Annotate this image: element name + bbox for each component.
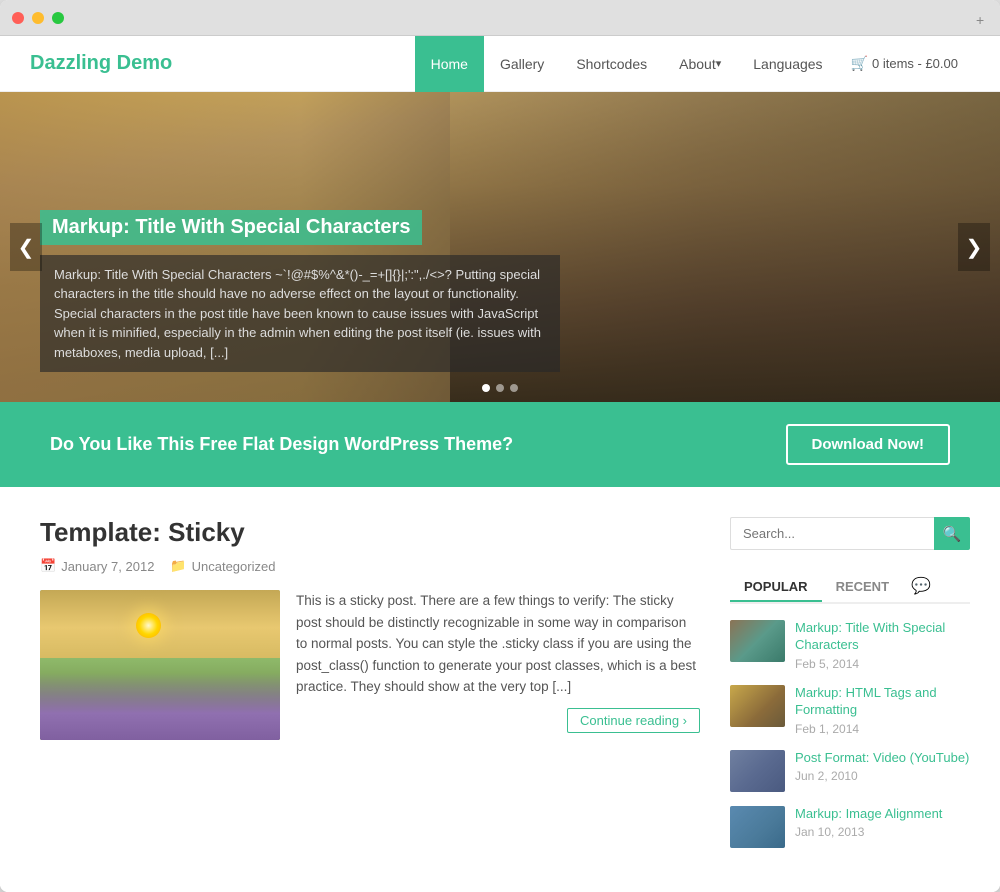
slider-dot-2[interactable] bbox=[496, 384, 504, 392]
category-icon: 📁 bbox=[170, 558, 186, 574]
post-meta: 📅 January 7, 2012 📁 Uncategorized bbox=[40, 558, 700, 574]
sidebar-post-item-4: Markup: Image Alignment Jan 10, 2013 bbox=[730, 806, 970, 848]
site-header: Dazzling Demo Home Gallery Shortcodes Ab… bbox=[0, 36, 1000, 92]
sidebar-post-info-1: Markup: Title With Special Characters Fe… bbox=[795, 620, 970, 671]
sidebar-post-title-4[interactable]: Markup: Image Alignment bbox=[795, 806, 970, 823]
sidebar-post-item-1: Markup: Title With Special Characters Fe… bbox=[730, 620, 970, 671]
sidebar-thumb-1 bbox=[730, 620, 785, 662]
post-thumbnail bbox=[40, 590, 280, 740]
sidebar-post-title-1[interactable]: Markup: Title With Special Characters bbox=[795, 620, 970, 654]
download-button[interactable]: Download Now! bbox=[786, 424, 951, 465]
hero-title: Markup: Title With Special Characters bbox=[52, 216, 410, 239]
slider-dots bbox=[482, 384, 518, 392]
sidebar-post-info-2: Markup: HTML Tags and Formatting Feb 1, … bbox=[795, 685, 970, 736]
cta-banner: Do You Like This Free Flat Design WordPr… bbox=[0, 402, 1000, 487]
sidebar-post-date-2: Feb 1, 2014 bbox=[795, 722, 970, 736]
continue-reading-area: Continue reading › bbox=[296, 708, 700, 733]
cart-icon: 🛒 bbox=[851, 55, 868, 72]
browser-chrome: + bbox=[0, 0, 1000, 36]
search-bar: 🔍 bbox=[730, 517, 970, 550]
sidebar-post-item-2: Markup: HTML Tags and Formatting Feb 1, … bbox=[730, 685, 970, 736]
sidebar-post-date-3: Jun 2, 2010 bbox=[795, 769, 970, 783]
nav-about[interactable]: About bbox=[663, 36, 737, 92]
post-excerpt: This is a sticky post. There are a few t… bbox=[296, 590, 700, 698]
sidebar-post-title-3[interactable]: Post Format: Video (YouTube) bbox=[795, 750, 970, 767]
post-date: January 7, 2012 bbox=[61, 559, 154, 574]
search-input[interactable] bbox=[730, 517, 934, 550]
slider-next-button[interactable]: ❯ bbox=[958, 223, 990, 271]
site-logo[interactable]: Dazzling Demo bbox=[30, 52, 415, 75]
minimize-dot[interactable] bbox=[32, 12, 44, 24]
slider-dot-3[interactable] bbox=[510, 384, 518, 392]
sidebar-post-date-1: Feb 5, 2014 bbox=[795, 657, 970, 671]
hero-overlay: Markup: Title With Special Characters Ma… bbox=[0, 190, 1000, 403]
site-content: Dazzling Demo Home Gallery Shortcodes Ab… bbox=[0, 36, 1000, 892]
sidebar-post-info-4: Markup: Image Alignment Jan 10, 2013 bbox=[795, 806, 970, 840]
post-excerpt-area: This is a sticky post. There are a few t… bbox=[296, 590, 700, 740]
nav-languages[interactable]: Languages bbox=[737, 36, 838, 92]
tab-comments-icon[interactable]: 💬 bbox=[903, 570, 939, 602]
close-dot[interactable] bbox=[12, 12, 24, 24]
hero-text-bg: Markup: Title With Special Characters ~`… bbox=[40, 255, 560, 373]
post-category-meta: 📁 Uncategorized bbox=[170, 558, 275, 574]
site-nav: Home Gallery Shortcodes About Languages … bbox=[415, 36, 970, 91]
cta-text: Do You Like This Free Flat Design WordPr… bbox=[50, 434, 513, 455]
maximize-dot[interactable] bbox=[52, 12, 64, 24]
main-content: Template: Sticky 📅 January 7, 2012 📁 Unc… bbox=[0, 487, 1000, 892]
post-category[interactable]: Uncategorized bbox=[192, 559, 276, 574]
slider-prev-button[interactable]: ❮ bbox=[10, 223, 42, 271]
expand-icon[interactable]: + bbox=[976, 12, 988, 24]
browser-window: + Dazzling Demo Home Gallery Shortcodes … bbox=[0, 0, 1000, 892]
sidebar-tabs: POPULAR RECENT 💬 bbox=[730, 570, 970, 604]
sidebar: 🔍 POPULAR RECENT 💬 Markup: Title With Sp… bbox=[730, 517, 970, 862]
sidebar-thumb-3 bbox=[730, 750, 785, 792]
sidebar-thumb-2 bbox=[730, 685, 785, 727]
hero-title-bg: Markup: Title With Special Characters bbox=[40, 210, 422, 245]
post-date-meta: 📅 January 7, 2012 bbox=[40, 558, 154, 574]
hero-content-box: Markup: Title With Special Characters Ma… bbox=[40, 210, 560, 373]
nav-shortcodes[interactable]: Shortcodes bbox=[560, 36, 663, 92]
nav-gallery[interactable]: Gallery bbox=[484, 36, 560, 92]
cart-label: 0 items - £0.00 bbox=[872, 56, 958, 71]
sidebar-post-info-3: Post Format: Video (YouTube) Jun 2, 2010 bbox=[795, 750, 970, 784]
thumb-sun bbox=[136, 613, 161, 638]
hero-slider: Markup: Title With Special Characters Ma… bbox=[0, 92, 1000, 402]
sidebar-post-title-2[interactable]: Markup: HTML Tags and Formatting bbox=[795, 685, 970, 719]
tab-popular[interactable]: POPULAR bbox=[730, 573, 822, 602]
hero-background: Markup: Title With Special Characters Ma… bbox=[0, 92, 1000, 402]
thumb-flowers bbox=[40, 673, 280, 741]
sidebar-posts-list: Markup: Title With Special Characters Fe… bbox=[730, 620, 970, 848]
hero-text: Markup: Title With Special Characters ~`… bbox=[54, 265, 546, 363]
sidebar-post-date-4: Jan 10, 2013 bbox=[795, 825, 970, 839]
post-featured-row: This is a sticky post. There are a few t… bbox=[40, 590, 700, 740]
post-title: Template: Sticky bbox=[40, 517, 700, 548]
cart-nav[interactable]: 🛒 0 items - £0.00 bbox=[839, 36, 970, 92]
continue-reading-link[interactable]: Continue reading › bbox=[567, 708, 700, 733]
sidebar-post-item-3: Post Format: Video (YouTube) Jun 2, 2010 bbox=[730, 750, 970, 792]
tab-recent[interactable]: RECENT bbox=[822, 573, 903, 602]
sidebar-thumb-4 bbox=[730, 806, 785, 848]
nav-home[interactable]: Home bbox=[415, 36, 484, 92]
search-button[interactable]: 🔍 bbox=[934, 517, 970, 550]
calendar-icon: 📅 bbox=[40, 558, 56, 574]
posts-area: Template: Sticky 📅 January 7, 2012 📁 Unc… bbox=[40, 517, 700, 862]
slider-dot-1[interactable] bbox=[482, 384, 490, 392]
